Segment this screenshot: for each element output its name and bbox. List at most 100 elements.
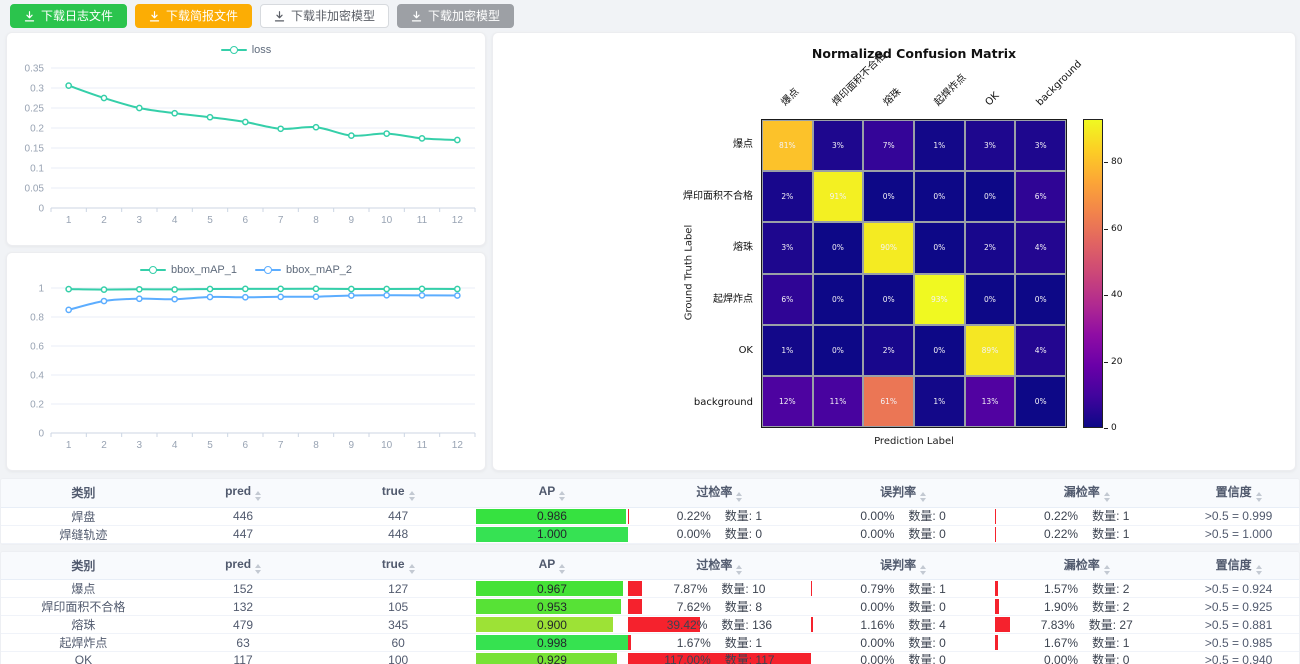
column-header-true[interactable]: true <box>320 552 476 580</box>
column-header-label: pred <box>225 557 251 571</box>
category-cell: OK <box>1 652 166 664</box>
matrix-cell: 0% <box>965 171 1016 222</box>
matrix-cell: 61% <box>863 376 914 427</box>
svg-text:0.2: 0.2 <box>30 400 44 411</box>
pred-count-cell: 447 <box>166 525 320 543</box>
matrix-cell: 6% <box>1015 171 1066 222</box>
sort-carets-icon[interactable] <box>409 491 415 501</box>
true-count-cell: 127 <box>320 580 476 598</box>
misjudgment-rate-cell: 0.00%数量: 0 <box>811 508 995 524</box>
table-row: 焊盘4464470.9860.22%数量: 10.00%数量: 00.22%数量… <box>1 507 1299 525</box>
missed-detection-rate-cell: 0.22%数量: 1 <box>995 526 1178 542</box>
legend-item-loss[interactable]: loss <box>221 44 272 56</box>
true-count-cell: 60 <box>320 634 476 652</box>
sort-carets-icon[interactable] <box>736 492 742 502</box>
sort-carets-icon[interactable] <box>559 564 565 574</box>
category-cell: 爆点 <box>1 580 166 598</box>
column-header-过检率[interactable]: 过检率 <box>628 479 811 507</box>
column-header-漏检率[interactable]: 漏检率 <box>995 479 1178 507</box>
column-header-置信度[interactable]: 置信度 <box>1178 552 1299 580</box>
metrics-tables: 类别predtrueAP过检率误判率漏检率置信度焊盘4464470.9860.2… <box>0 478 1300 664</box>
sort-carets-icon[interactable] <box>559 491 565 501</box>
matrix-row-label: 焊印面积不合格 <box>493 190 753 203</box>
loss-line-chart: 00.050.10.150.20.250.30.3512345678910111… <box>7 58 485 243</box>
legend-item-bbox_mAP_1[interactable]: bbox_mAP_1 <box>140 264 237 276</box>
download-encrypted-model-button[interactable]: 下载加密模型 <box>397 4 514 28</box>
column-header-pred[interactable]: pred <box>166 552 320 580</box>
download-button-label: 下载非加密模型 <box>291 10 375 22</box>
column-header-AP[interactable]: AP <box>476 479 628 507</box>
download-button-label: 下载简报文件 <box>166 10 238 22</box>
matrix-column-label: OK <box>983 90 1002 109</box>
svg-text:0.4: 0.4 <box>30 371 44 382</box>
sort-carets-icon[interactable] <box>920 492 926 502</box>
column-header-类别: 类别 <box>1 479 166 507</box>
matrix-cell: 6% <box>762 274 813 325</box>
colorbar-tick-mark <box>1104 428 1108 429</box>
svg-text:6: 6 <box>243 215 249 226</box>
download-log-file-button[interactable]: 下载日志文件 <box>10 4 127 28</box>
column-header-pred[interactable]: pred <box>166 479 320 507</box>
ap-cell: 0.967 <box>476 581 628 597</box>
column-header-label: 漏检率 <box>1064 485 1100 499</box>
matrix-cell: 12% <box>762 376 813 427</box>
legend-item-bbox_mAP_2[interactable]: bbox_mAP_2 <box>255 264 352 276</box>
download-button-label: 下载日志文件 <box>41 10 113 22</box>
table-row: 焊印面积不合格1321050.9537.62%数量: 80.00%数量: 01.… <box>1 598 1299 616</box>
sort-carets-icon[interactable] <box>255 564 261 574</box>
column-header-置信度[interactable]: 置信度 <box>1178 479 1299 507</box>
sort-carets-icon[interactable] <box>1256 565 1262 575</box>
category-cell: 熔珠 <box>1 616 166 634</box>
colorbar-tick-mark <box>1104 362 1108 363</box>
matrix-cell: 81% <box>762 120 813 171</box>
download-icon <box>24 11 35 22</box>
sort-carets-icon[interactable] <box>736 565 742 575</box>
matrix-column-label: background <box>1034 58 1085 109</box>
sort-carets-icon[interactable] <box>1256 492 1262 502</box>
svg-text:9: 9 <box>349 440 355 451</box>
column-header-AP[interactable]: AP <box>476 552 628 580</box>
column-header-true[interactable]: true <box>320 479 476 507</box>
column-header-过检率[interactable]: 过检率 <box>628 552 811 580</box>
sort-carets-icon[interactable] <box>920 565 926 575</box>
colorbar-tick-label: 40 <box>1111 290 1122 300</box>
column-header-误判率[interactable]: 误判率 <box>811 552 995 580</box>
matrix-cell: 0% <box>813 222 864 273</box>
matrix-cell: 0% <box>1015 274 1066 325</box>
matrix-cell: 1% <box>914 120 965 171</box>
download-icon <box>149 11 160 22</box>
matrix-cell: 0% <box>863 171 914 222</box>
matrix-column-label: 爆点 <box>779 86 802 109</box>
sort-carets-icon[interactable] <box>1104 492 1110 502</box>
column-header-误判率[interactable]: 误判率 <box>811 479 995 507</box>
legend-line-icon <box>140 265 166 275</box>
column-header-漏检率[interactable]: 漏检率 <box>995 552 1178 580</box>
ap-cell: 0.953 <box>476 599 628 615</box>
column-header-label: 漏检率 <box>1064 558 1100 572</box>
legend-line-icon <box>221 45 247 55</box>
sort-carets-icon[interactable] <box>255 491 261 501</box>
download-report-file-button[interactable]: 下载简报文件 <box>135 4 252 28</box>
matrix-cell: 2% <box>863 325 914 376</box>
colorbar-tick-label: 20 <box>1111 357 1122 367</box>
pred-count-cell: 446 <box>166 507 320 525</box>
overdetection-rate-cell: 7.87%数量: 10 <box>628 581 811 597</box>
table-row: 熔珠4793450.90039.42%数量: 1361.16%数量: 47.83… <box>1 616 1299 634</box>
download-unencrypted-model-button[interactable]: 下载非加密模型 <box>260 4 389 28</box>
confidence-cell: >0.5 = 0.940 <box>1178 652 1299 664</box>
confidence-cell: >0.5 = 0.999 <box>1178 507 1299 525</box>
sort-carets-icon[interactable] <box>409 564 415 574</box>
matrix-cell: 0% <box>965 274 1016 325</box>
table-row: 起焊炸点63600.9981.67%数量: 10.00%数量: 01.67%数量… <box>1 634 1299 652</box>
map-line-chart: 00.20.40.60.81123456789101112 <box>7 278 485 468</box>
svg-text:10: 10 <box>381 440 393 451</box>
matrix-cell: 4% <box>1015 325 1066 376</box>
download-icon <box>274 11 285 22</box>
training-dashboard-page: 下载日志文件 下载简报文件 下载非加密模型 下载加密模型 loss 00.050.10… <box>0 0 1300 664</box>
svg-text:0.6: 0.6 <box>30 342 44 353</box>
sort-carets-icon[interactable] <box>1104 565 1110 575</box>
table-row: 爆点1521270.9677.87%数量: 100.79%数量: 11.57%数… <box>1 580 1299 598</box>
svg-text:2: 2 <box>101 215 107 226</box>
metrics-table: 类别predtrueAP过检率误判率 漏检率 置信度焊盘4464470.9860.2… <box>1 479 1299 544</box>
pred-count-cell: 152 <box>166 580 320 598</box>
